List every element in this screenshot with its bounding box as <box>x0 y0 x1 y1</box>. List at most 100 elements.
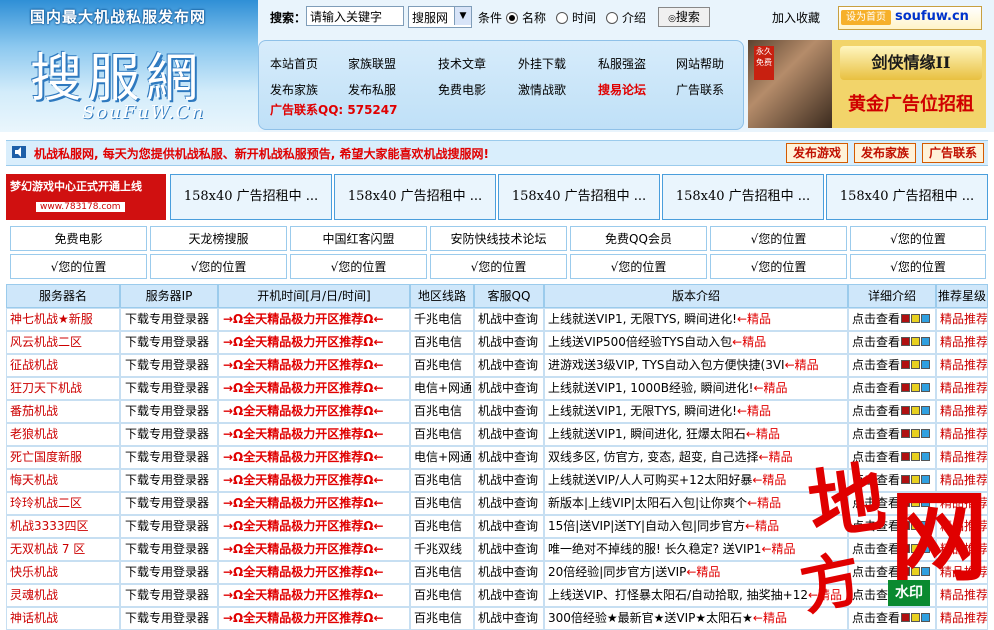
add-favorite-link[interactable]: 加入收藏 <box>772 9 820 26</box>
search-button[interactable]: ◎搜索 <box>658 7 710 27</box>
server-name[interactable]: 机战3333四区 <box>6 515 120 538</box>
banner-ad-slot[interactable]: 158x40 广告招租中 ... <box>498 174 660 220</box>
detail-link[interactable]: 点击查看 <box>852 335 900 349</box>
chevron-down-icon[interactable]: ▼ <box>454 7 471 25</box>
server-name[interactable]: 狂刀天下机战 <box>6 377 120 400</box>
server-ip[interactable]: 下载专用登录器 <box>120 446 218 469</box>
server-ip[interactable]: 下载专用登录器 <box>120 469 218 492</box>
server-name[interactable]: 无双机战 7 区 <box>6 538 120 561</box>
nav-link-publish-family[interactable]: 发布家族 <box>270 81 318 98</box>
radio-name-label: 名称 <box>522 11 547 25</box>
nav-link-ads[interactable]: 广告联系 <box>676 81 724 98</box>
link-cell[interactable]: √您的位置 <box>850 226 986 251</box>
server-rating: 精品推荐 <box>936 331 988 354</box>
search-scope-select[interactable]: 搜服网 ▼ <box>408 6 472 28</box>
quality-tag: ←精品 <box>784 358 819 372</box>
server-ip[interactable]: 下载专用登录器 <box>120 584 218 607</box>
server-line: 百兆电信 <box>410 354 474 377</box>
banner-game-center-title: 梦幻游戏中心正式开通上线 <box>10 180 142 193</box>
radio-time-label: 时间 <box>572 11 597 25</box>
server-line: 百兆电信 <box>410 423 474 446</box>
link-cell[interactable]: √您的位置 <box>710 226 847 251</box>
link-cell[interactable]: 天龙榜搜服 <box>150 226 287 251</box>
banner-ad-slot[interactable]: 158x40 广告招租中 ... <box>170 174 332 220</box>
server-name[interactable]: 快乐机战 <box>6 561 120 584</box>
banner-ad-game-center[interactable]: 梦幻游戏中心正式开通上线 www.783178.com <box>6 174 166 220</box>
link-cell[interactable]: 免费电影 <box>10 226 147 251</box>
banner-ad[interactable]: 永久免费 剑侠情缘II 黄金广告位招租 <box>748 40 986 128</box>
server-name[interactable]: 老狼机战 <box>6 423 120 446</box>
server-ip[interactable]: 下载专用登录器 <box>120 515 218 538</box>
server-detail[interactable]: 点击查看 <box>848 331 936 354</box>
link-cell[interactable]: 安防快线技术论坛 <box>430 226 567 251</box>
server-name[interactable]: 灵魂机战 <box>6 584 120 607</box>
server-name[interactable]: 征战机战 <box>6 354 120 377</box>
link-cell[interactable]: 免费QQ会员 <box>570 226 707 251</box>
server-line: 千兆电信 <box>410 308 474 331</box>
server-line: 百兆电信 <box>410 515 474 538</box>
server-ip[interactable]: 下载专用登录器 <box>120 331 218 354</box>
detail-link[interactable]: 点击查看 <box>852 404 900 418</box>
rating-dots-icon <box>901 309 931 330</box>
banner-ad-slot[interactable]: 158x40 广告招租中 ... <box>662 174 824 220</box>
server-name[interactable]: 死亡国度新服 <box>6 446 120 469</box>
quality-tag: ←精品 <box>753 381 788 395</box>
server-name[interactable]: 风云机战二区 <box>6 331 120 354</box>
server-name[interactable]: 番茄机战 <box>6 400 120 423</box>
radio-name[interactable] <box>506 11 519 24</box>
server-name[interactable]: 玲玲机战二区 <box>6 492 120 515</box>
radio-time[interactable] <box>556 11 569 24</box>
link-cell[interactable]: √您的位置 <box>10 254 147 279</box>
server-name[interactable]: 悔天机战 <box>6 469 120 492</box>
nav-link-forum[interactable]: 搜易论坛 <box>598 81 646 98</box>
nav-link-home[interactable]: 本站首页 <box>270 55 318 72</box>
version-text: 新版本|上线VIP|太阳石入包|让你爽个 <box>548 496 748 510</box>
link-cell[interactable]: √您的位置 <box>430 254 567 279</box>
nav-link-download[interactable]: 外挂下载 <box>518 55 566 72</box>
server-ip[interactable]: 下载专用登录器 <box>120 538 218 561</box>
version-text: 上线就送VIP1, 无限TYS, 瞬间进化! <box>548 312 737 326</box>
server-name[interactable]: 神七机战★新服 <box>6 308 120 331</box>
nav-link-songs[interactable]: 激情战歌 <box>518 81 566 98</box>
server-detail[interactable]: 点击查看 <box>848 400 936 423</box>
detail-link[interactable]: 点击查看 <box>852 358 900 372</box>
server-detail[interactable]: 点击查看 <box>848 377 936 400</box>
banner-free-tag: 永久免费 <box>754 46 774 80</box>
site-logo[interactable]: 国内最大机战私服发布网 搜服網 SouFuW.Cn <box>0 0 258 132</box>
radio-intro[interactable] <box>606 11 619 24</box>
nav-link-publish-server[interactable]: 发布私服 <box>348 81 396 98</box>
server-qq: 机战中查询 <box>474 469 544 492</box>
header: 国内最大机战私服发布网 搜服網 SouFuW.Cn 搜索： 搜服网 ▼ 条件 名… <box>0 0 994 132</box>
link-cell[interactable]: √您的位置 <box>290 254 427 279</box>
nav-link-help[interactable]: 网站帮助 <box>676 55 724 72</box>
server-ip[interactable]: 下载专用登录器 <box>120 492 218 515</box>
server-detail[interactable]: 点击查看 <box>848 354 936 377</box>
server-detail[interactable]: 点击查看 <box>848 308 936 331</box>
detail-link[interactable]: 点击查看 <box>852 312 900 326</box>
server-ip[interactable]: 下载专用登录器 <box>120 561 218 584</box>
server-ip[interactable]: 下载专用登录器 <box>120 377 218 400</box>
detail-link[interactable]: 点击查看 <box>852 381 900 395</box>
server-ip[interactable]: 下载专用登录器 <box>120 308 218 331</box>
server-ip[interactable]: 下载专用登录器 <box>120 423 218 446</box>
link-cell[interactable]: √您的位置 <box>150 254 287 279</box>
publish-game-button[interactable]: 发布游戏 <box>786 143 848 163</box>
link-cell[interactable]: 中国红客闪盟 <box>290 226 427 251</box>
nav-link-movies[interactable]: 免费电影 <box>438 81 486 98</box>
banner-ad-slot[interactable]: 158x40 广告招租中 ... <box>826 174 988 220</box>
server-ip[interactable]: 下载专用登录器 <box>120 400 218 423</box>
link-cell[interactable]: √您的位置 <box>710 254 847 279</box>
nav-link-pirates[interactable]: 私服强盗 <box>598 55 646 72</box>
banner-row: 梦幻游戏中心正式开通上线 www.783178.com 158x40 广告招租中… <box>6 174 988 220</box>
link-cell[interactable]: √您的位置 <box>850 254 986 279</box>
set-homepage-badge[interactable]: 设为首页 soufuw.cn <box>838 6 982 30</box>
link-cell[interactable]: √您的位置 <box>570 254 707 279</box>
nav-link-articles[interactable]: 技术文章 <box>438 55 486 72</box>
server-line: 电信+网通 <box>410 377 474 400</box>
ad-contact-button[interactable]: 广告联系 <box>922 143 984 163</box>
banner-ad-slot[interactable]: 158x40 广告招租中 ... <box>334 174 496 220</box>
server-ip[interactable]: 下载专用登录器 <box>120 354 218 377</box>
publish-family-button[interactable]: 发布家族 <box>854 143 916 163</box>
nav-link-family[interactable]: 家族联盟 <box>348 55 396 72</box>
search-input[interactable] <box>306 6 404 26</box>
